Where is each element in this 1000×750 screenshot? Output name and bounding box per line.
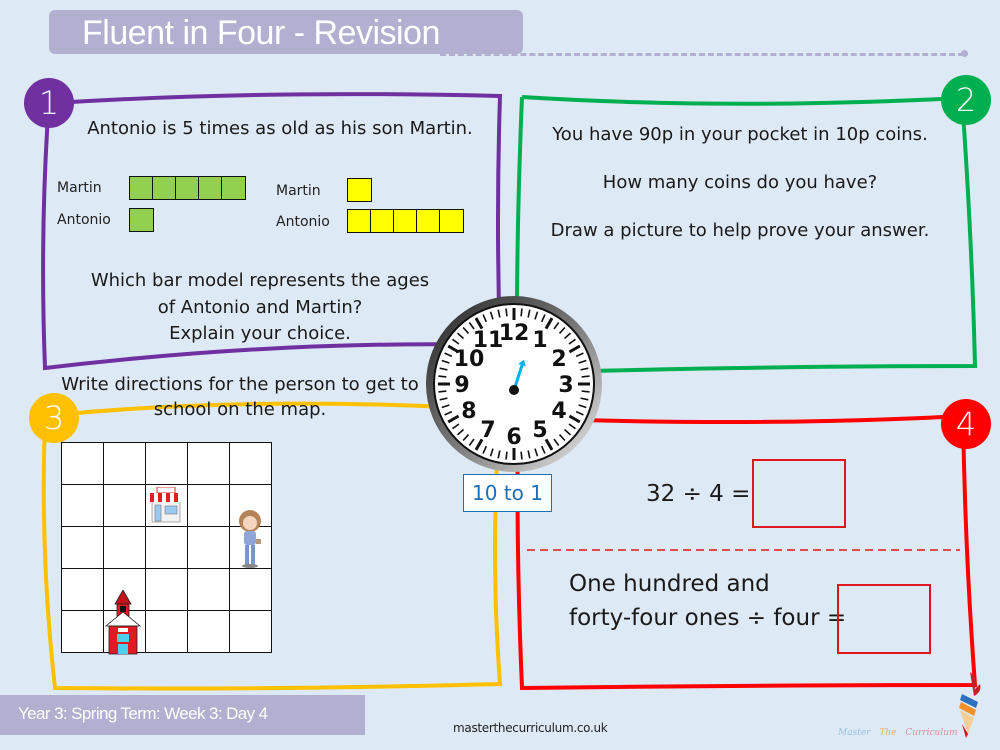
map-cell — [187, 484, 230, 527]
clock-number: 1 — [532, 328, 547, 353]
bar-unit — [199, 177, 222, 199]
bar-a-antonio-label: Antonio — [57, 212, 111, 228]
q4-equation-2-line1: One hundred and — [569, 571, 770, 597]
brand-word-2: The — [879, 728, 897, 738]
map-cell — [61, 568, 104, 611]
clock-number: 7 — [480, 418, 495, 443]
clock-number: 6 — [506, 425, 521, 450]
bar-b-antonio-label: Antonio — [276, 214, 330, 230]
q3-line2: school on the map. — [153, 399, 327, 420]
clock: 12 1234567891011 — [426, 296, 602, 472]
clock-number: 3 — [558, 373, 573, 398]
lesson-label: Year 3: Spring Term: Week 3: Day 4 — [18, 704, 268, 723]
bar-unit — [222, 177, 245, 199]
site-link[interactable]: masterthecurriculum.co.uk — [453, 721, 608, 735]
bar-b-martin — [347, 178, 372, 202]
clock-tick — [581, 390, 590, 393]
bar-b-martin-label: Martin — [276, 183, 321, 199]
clock-tick — [438, 390, 447, 393]
bar-unit — [130, 209, 153, 231]
question-2-badge: 2 — [941, 75, 991, 125]
q2-line1: You have 90p in your pocket in 10p coins… — [552, 124, 928, 145]
brand-logo-text: Master The Curriculum — [838, 728, 958, 738]
map-cell — [187, 568, 230, 611]
clock-number: 4 — [551, 399, 566, 424]
bar-unit — [153, 177, 176, 199]
clock-tick — [505, 451, 508, 460]
bar-unit — [348, 210, 371, 232]
q2-line3: Draw a picture to help prove your answer… — [550, 220, 930, 241]
q1-statement: Antonio is 5 times as old as his son Mar… — [87, 118, 473, 139]
q4-equation-2-line2: forty-four ones ÷ four = — [569, 605, 847, 631]
brand-word-1: Master — [838, 728, 871, 738]
map-cell — [61, 610, 104, 653]
bar-a-martin-label: Martin — [57, 180, 102, 196]
map-cell — [229, 442, 272, 485]
person-icon — [239, 510, 261, 568]
map-cell — [145, 610, 188, 653]
map-cell — [103, 442, 146, 485]
q1-prompt-line2: of Antonio and Martin? — [157, 297, 363, 318]
map-cell — [187, 442, 230, 485]
q3-line1: Write directions for the person to get t… — [61, 374, 419, 395]
clock-tick — [520, 308, 523, 317]
q1-prompt-line1: Which bar model represents the ages — [90, 270, 430, 291]
q4-answer-box-1[interactable] — [752, 459, 846, 528]
clock-center — [509, 385, 519, 395]
clock-tick — [505, 308, 508, 317]
map-cell — [145, 526, 188, 569]
bar-a-antonio — [129, 208, 154, 232]
clock-number: 5 — [532, 418, 547, 443]
question-4-badge: 4 — [941, 399, 991, 449]
brand-word-3: Curriculum — [905, 728, 958, 738]
bar-unit — [371, 210, 394, 232]
clock-number: 2 — [551, 347, 566, 372]
clock-tick — [581, 375, 590, 378]
q2-line2: How many coins do you have? — [602, 172, 878, 193]
bar-unit — [440, 210, 463, 232]
time-label: 10 to 1 — [463, 474, 552, 512]
map-cell — [187, 610, 230, 653]
q4-answer-box-2[interactable] — [837, 584, 931, 654]
map-cell — [61, 484, 104, 527]
map-cell — [145, 442, 188, 485]
bar-unit — [130, 177, 153, 199]
shop-icon — [150, 487, 182, 523]
school-icon — [105, 590, 141, 655]
map-cell — [229, 610, 272, 653]
bar-unit — [348, 179, 371, 201]
clock-number: 9 — [454, 373, 469, 398]
clock-number: 11 — [473, 328, 504, 353]
clock-tick — [520, 451, 523, 460]
bar-a-martin — [129, 176, 246, 200]
map-cell — [103, 526, 146, 569]
clock-tick — [438, 375, 447, 378]
bar-unit — [417, 210, 440, 232]
pencil-logo-icon — [959, 672, 981, 738]
bar-unit — [176, 177, 199, 199]
q1-prompt-line3: Explain your choice. — [169, 323, 351, 344]
map-cell — [103, 484, 146, 527]
map-cell — [61, 442, 104, 485]
map-cell — [229, 568, 272, 611]
q4-equation-1: 32 ÷ 4 = — [646, 481, 751, 507]
bar-unit — [394, 210, 417, 232]
map-cell — [145, 568, 188, 611]
clock-number: 8 — [461, 399, 476, 424]
bar-b-antonio — [347, 209, 464, 233]
map-cell — [61, 526, 104, 569]
map-cell — [187, 526, 230, 569]
